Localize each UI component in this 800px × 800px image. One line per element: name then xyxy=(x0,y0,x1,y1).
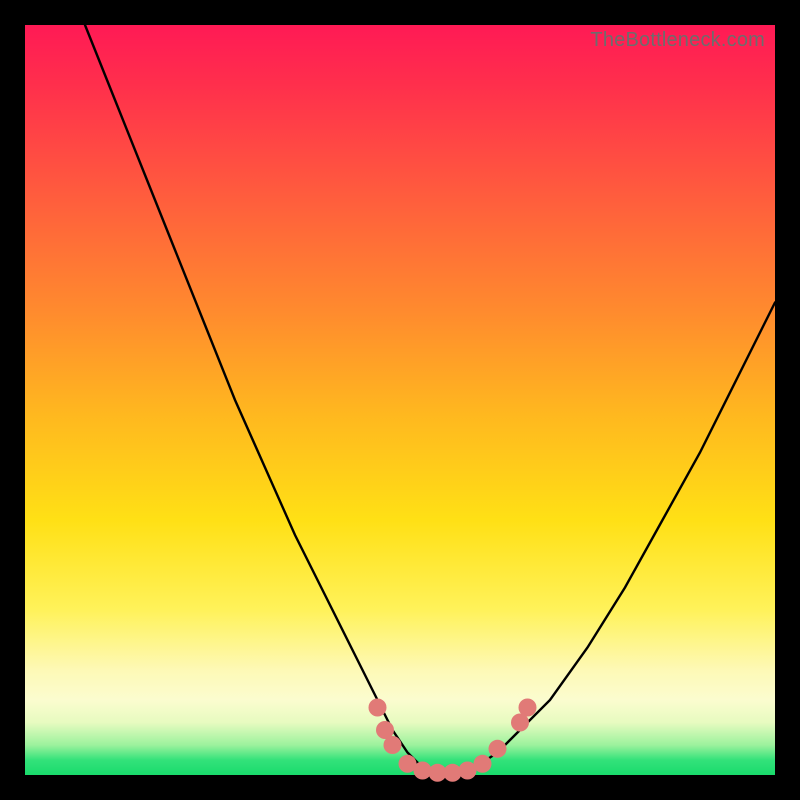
curve-layer xyxy=(25,25,775,775)
marker-dot xyxy=(369,699,387,717)
marker-dot xyxy=(489,740,507,758)
bottleneck-curve-path xyxy=(85,25,775,775)
marker-dot xyxy=(519,699,537,717)
marker-group xyxy=(369,699,537,782)
outer-frame: TheBottleneck.com xyxy=(0,0,800,800)
plot-area: TheBottleneck.com xyxy=(25,25,775,775)
marker-dot xyxy=(384,736,402,754)
marker-dot xyxy=(474,755,492,773)
